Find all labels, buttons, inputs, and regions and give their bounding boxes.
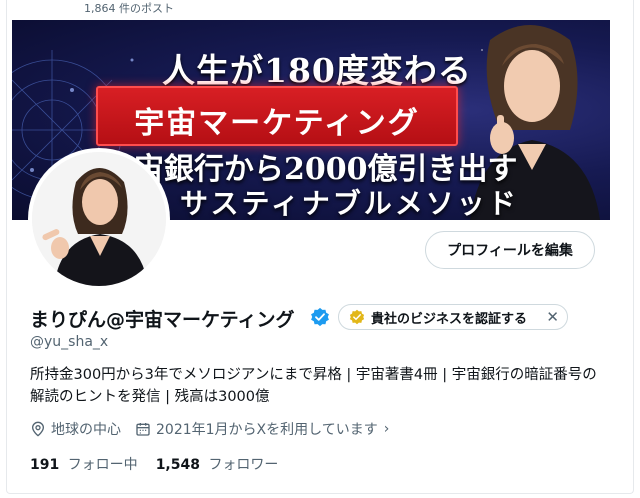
user-handle: @yu_sha_x <box>30 334 109 350</box>
profile-meta: 地球の中心 2021年1月からXを利用しています › <box>30 419 389 439</box>
post-count: 1,864 件のポスト <box>84 2 174 15</box>
avatar-photo <box>32 152 166 286</box>
followers-link[interactable]: 1,548 フォロワー <box>156 454 279 474</box>
followers-label: フォロワー <box>208 457 279 473</box>
verified-badge-icon[interactable] <box>310 307 330 327</box>
banner-red-box: 宇宙マーケティング <box>96 86 458 146</box>
followers-count: 1,548 <box>155 457 200 473</box>
edit-profile-button[interactable]: プロフィールを編集 <box>425 231 595 269</box>
profile-bio: 所持金300円から3年でメソロジアンにまで昇格 | 宇宙著書4冊 | 宇宙銀行の… <box>30 367 597 405</box>
calendar-icon <box>136 423 150 436</box>
following-label: フォロー中 <box>67 457 138 473</box>
display-name: まりぴん@宇宙マーケティング <box>30 309 295 331</box>
location-text: 地球の中心 <box>51 422 121 438</box>
following-count: 191 <box>30 457 60 473</box>
banner-method: サスティナブルメソッド <box>180 187 519 220</box>
gold-check-icon <box>349 309 365 325</box>
verify-business-chip[interactable]: 貴社のビジネスを認証する ✕ <box>338 304 568 330</box>
follow-stats: 191 フォロー中 1,548 フォロワー <box>30 454 278 474</box>
location-pin-icon <box>31 421 45 437</box>
banner-title: 宇宙マーケティング <box>134 106 420 141</box>
verify-chip-label: 貴社のビジネスを認証する <box>371 311 528 327</box>
join-date[interactable]: 2021年1月からXを利用しています <box>156 419 378 439</box>
chevron-right-icon[interactable]: › <box>384 421 390 437</box>
avatar[interactable] <box>28 148 170 290</box>
close-icon[interactable]: ✕ <box>546 308 559 326</box>
banner-headline: 人生が180度変わる <box>162 51 472 90</box>
following-link[interactable]: 191 フォロー中 <box>30 454 138 474</box>
